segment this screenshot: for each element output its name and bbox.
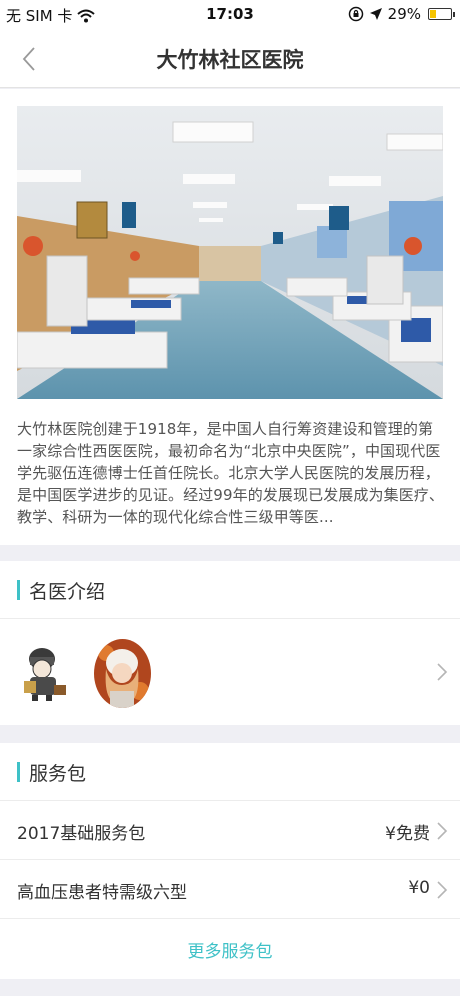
service-item[interactable]: 高血压患者特需级六型 ¥0 <box>0 860 460 919</box>
more-services-row: 更多服务包 <box>0 919 460 979</box>
rotation-lock-icon <box>348 6 363 22</box>
services-section: 服务包 2017基础服务包 ¥免费 高血压患者特需级六型 ¥0 更多服务包 <box>0 743 460 979</box>
doctors-section: 名医介绍 <box>0 561 460 725</box>
battery-icon <box>428 8 455 20</box>
chevron-right-icon <box>437 663 448 681</box>
location-icon <box>369 8 382 20</box>
service-name: 高血压患者特需级六型 <box>17 883 187 903</box>
chevron-right-icon <box>437 822 448 840</box>
hospital-description: 大竹林医院创建于1918年，是中国人自行筹资建设和管理的第一家综合性西医医院，最… <box>17 420 444 526</box>
hospital-intro: 大竹林医院创建于1918年，是中国人自行筹资建设和管理的第一家综合性西医医院，最… <box>0 89 460 545</box>
service-price: ¥0 <box>408 878 430 898</box>
hospital-photo <box>17 106 443 399</box>
section-marker <box>17 580 20 600</box>
doctors-header: 名医介绍 <box>0 561 460 619</box>
chevron-right-icon <box>437 881 448 899</box>
service-price: ¥免费 <box>385 824 430 844</box>
doctor-avatar[interactable] <box>94 639 151 708</box>
services-title: 服务包 <box>29 763 87 785</box>
nav-bar: 大竹林社区医院 <box>0 30 460 88</box>
more-services-link[interactable]: 更多服务包 <box>0 937 460 962</box>
status-right: 29% <box>348 5 455 23</box>
section-marker <box>17 762 20 782</box>
service-item[interactable]: 2017基础服务包 ¥免费 <box>0 801 460 860</box>
service-name: 2017基础服务包 <box>17 824 146 844</box>
doctors-title: 名医介绍 <box>29 581 106 603</box>
services-header: 服务包 <box>0 743 460 801</box>
page-title: 大竹林社区医院 <box>156 48 304 72</box>
status-bar: 无 SIM 卡 17:03 29% <box>0 0 460 30</box>
doctors-row[interactable] <box>0 619 460 725</box>
battery-percent: 29% <box>387 5 421 23</box>
doctor-avatar[interactable] <box>18 645 70 701</box>
